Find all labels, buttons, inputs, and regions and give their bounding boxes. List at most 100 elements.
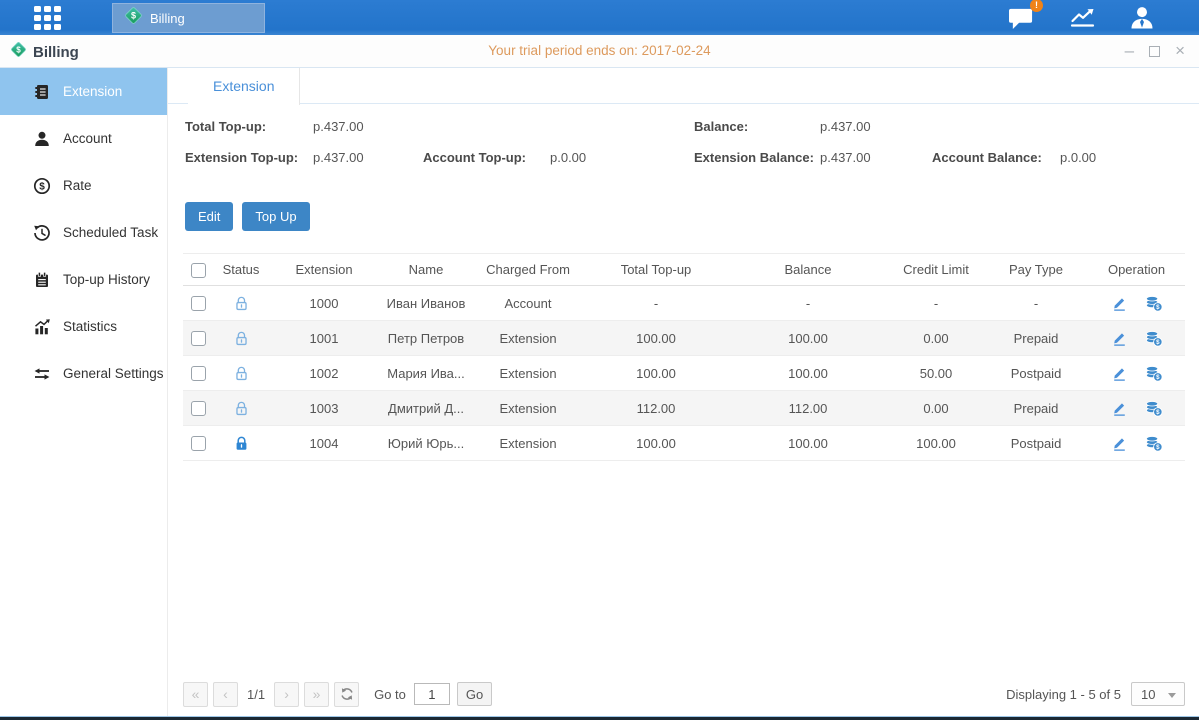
- goto-page-input[interactable]: [414, 683, 450, 705]
- sidebar: Extension Account $ Rate Scheduled Task …: [0, 68, 168, 716]
- table-row: 1003 Дмитрий Д... Extension 112.00 112.0…: [183, 391, 1185, 426]
- topup-row-icon[interactable]: $: [1144, 365, 1163, 382]
- maximize-button[interactable]: [1149, 46, 1160, 57]
- taskbar-tab-billing[interactable]: $ Billing: [112, 3, 265, 33]
- topup-row-icon[interactable]: $: [1144, 400, 1163, 417]
- lock-closed-icon: [233, 435, 250, 452]
- trial-notice: Your trial period ends on: 2017-02-24: [0, 43, 1199, 58]
- total-topup-label: Total Top-up:: [185, 119, 266, 134]
- user-account-icon[interactable]: [1129, 5, 1155, 30]
- sidebar-item-label: General Settings: [63, 366, 164, 381]
- topup-row-icon[interactable]: $: [1144, 435, 1163, 452]
- edit-row-icon[interactable]: [1111, 295, 1128, 312]
- select-all-checkbox[interactable]: [191, 263, 206, 278]
- cell-pay-type: Postpaid: [984, 356, 1088, 391]
- account-balance-label: Account Balance:: [932, 150, 1042, 165]
- svg-text:$: $: [1156, 444, 1160, 451]
- extension-balance-value: p.437.00: [820, 150, 871, 165]
- edit-button[interactable]: Edit: [185, 202, 233, 231]
- notifications-icon[interactable]: !: [1007, 5, 1036, 30]
- sidebar-item-general-settings[interactable]: General Settings: [0, 350, 167, 397]
- next-page-button[interactable]: ›: [274, 682, 299, 707]
- topup-row-icon[interactable]: $: [1144, 330, 1163, 347]
- statistics-chart-icon: [33, 318, 51, 336]
- col-pay-type: Pay Type: [984, 254, 1088, 286]
- cell-pay-type: -: [984, 286, 1088, 321]
- history-clock-icon: [33, 224, 51, 242]
- edit-row-icon[interactable]: [1111, 330, 1128, 347]
- table-row: 1000 Иван Иванов Account - - - - $: [183, 286, 1185, 321]
- row-checkbox[interactable]: [191, 296, 206, 311]
- sidebar-item-label: Top-up History: [63, 272, 150, 287]
- cell-charged-from: Extension: [472, 426, 584, 461]
- cell-balance: 100.00: [728, 356, 888, 391]
- billing-diamond-icon: $: [124, 6, 143, 30]
- contacts-book-icon: [33, 83, 51, 101]
- window-titlebar: $ Billing Your trial period ends on: 201…: [0, 35, 1199, 68]
- sidebar-item-scheduled-task[interactable]: Scheduled Task: [0, 209, 167, 256]
- cell-credit-limit: 0.00: [888, 391, 984, 426]
- cell-extension: 1001: [268, 321, 380, 356]
- cell-total-topup: 112.00: [584, 391, 728, 426]
- cell-balance: 100.00: [728, 321, 888, 356]
- topup-button[interactable]: Top Up: [242, 202, 309, 231]
- col-name: Name: [380, 254, 472, 286]
- lock-open-icon: [233, 365, 250, 382]
- sidebar-item-rate[interactable]: $ Rate: [0, 162, 167, 209]
- cell-credit-limit: 50.00: [888, 356, 984, 391]
- cell-total-topup: -: [584, 286, 728, 321]
- sidebar-item-statistics[interactable]: Statistics: [0, 303, 167, 350]
- sidebar-item-label: Scheduled Task: [63, 225, 158, 240]
- last-page-button[interactable]: »: [304, 682, 329, 707]
- minimize-button[interactable]: –: [1125, 42, 1134, 60]
- page-size-value: 10: [1141, 687, 1155, 702]
- cell-credit-limit: -: [888, 286, 984, 321]
- cell-balance: -: [728, 286, 888, 321]
- pagination-bar: « ‹ 1/1 › » Go to Go Displaying 1 - 5 of…: [183, 681, 1185, 707]
- table-row: 1004 Юрий Юрь... Extension 100.00 100.00…: [183, 426, 1185, 461]
- dollar-circle-icon: $: [33, 177, 51, 195]
- edit-row-icon[interactable]: [1111, 400, 1128, 417]
- row-checkbox[interactable]: [191, 366, 206, 381]
- sidebar-item-extension[interactable]: Extension: [0, 68, 167, 115]
- edit-row-icon[interactable]: [1111, 435, 1128, 452]
- chevron-down-icon: [1168, 693, 1176, 698]
- col-credit-limit: Credit Limit: [888, 254, 984, 286]
- close-button[interactable]: ×: [1175, 42, 1185, 60]
- cell-extension: 1002: [268, 356, 380, 391]
- page-size-select[interactable]: 10: [1131, 682, 1185, 706]
- cell-balance: 100.00: [728, 426, 888, 461]
- person-icon: [33, 130, 51, 148]
- sidebar-item-label: Account: [63, 131, 112, 146]
- row-checkbox[interactable]: [191, 401, 206, 416]
- row-checkbox[interactable]: [191, 436, 206, 451]
- tab-row: Extension: [168, 68, 1199, 104]
- account-balance-value: p.0.00: [1060, 150, 1096, 165]
- topup-row-icon[interactable]: $: [1144, 295, 1163, 312]
- refresh-button[interactable]: [334, 682, 359, 707]
- taskbar-tab-label: Billing: [150, 11, 185, 26]
- go-button[interactable]: Go: [457, 682, 492, 706]
- first-page-button[interactable]: «: [183, 682, 208, 707]
- screen: $ Billing ! $ Billing Your trial period …: [0, 0, 1199, 720]
- cell-name: Юрий Юрь...: [380, 426, 472, 461]
- balance-value: p.437.00: [820, 119, 871, 134]
- table-header-row: Status Extension Name Charged From Total…: [183, 254, 1185, 286]
- app-grid-icon[interactable]: [34, 6, 70, 30]
- edit-row-icon[interactable]: [1111, 365, 1128, 382]
- window-bottom-edge: [0, 716, 1199, 720]
- tab-extension[interactable]: Extension: [188, 68, 300, 105]
- col-total-topup: Total Top-up: [584, 254, 728, 286]
- extension-balance-label: Extension Balance:: [694, 150, 814, 165]
- prev-page-button[interactable]: ‹: [213, 682, 238, 707]
- cell-charged-from: Extension: [472, 356, 584, 391]
- cell-extension: 1003: [268, 391, 380, 426]
- cell-pay-type: Prepaid: [984, 321, 1088, 356]
- cell-charged-from: Account: [472, 286, 584, 321]
- sidebar-item-account[interactable]: Account: [0, 115, 167, 162]
- col-status: Status: [214, 254, 268, 286]
- row-checkbox[interactable]: [191, 331, 206, 346]
- resource-monitor-icon[interactable]: [1069, 6, 1096, 29]
- col-operation: Operation: [1088, 254, 1185, 286]
- sidebar-item-topup-history[interactable]: Top-up History: [0, 256, 167, 303]
